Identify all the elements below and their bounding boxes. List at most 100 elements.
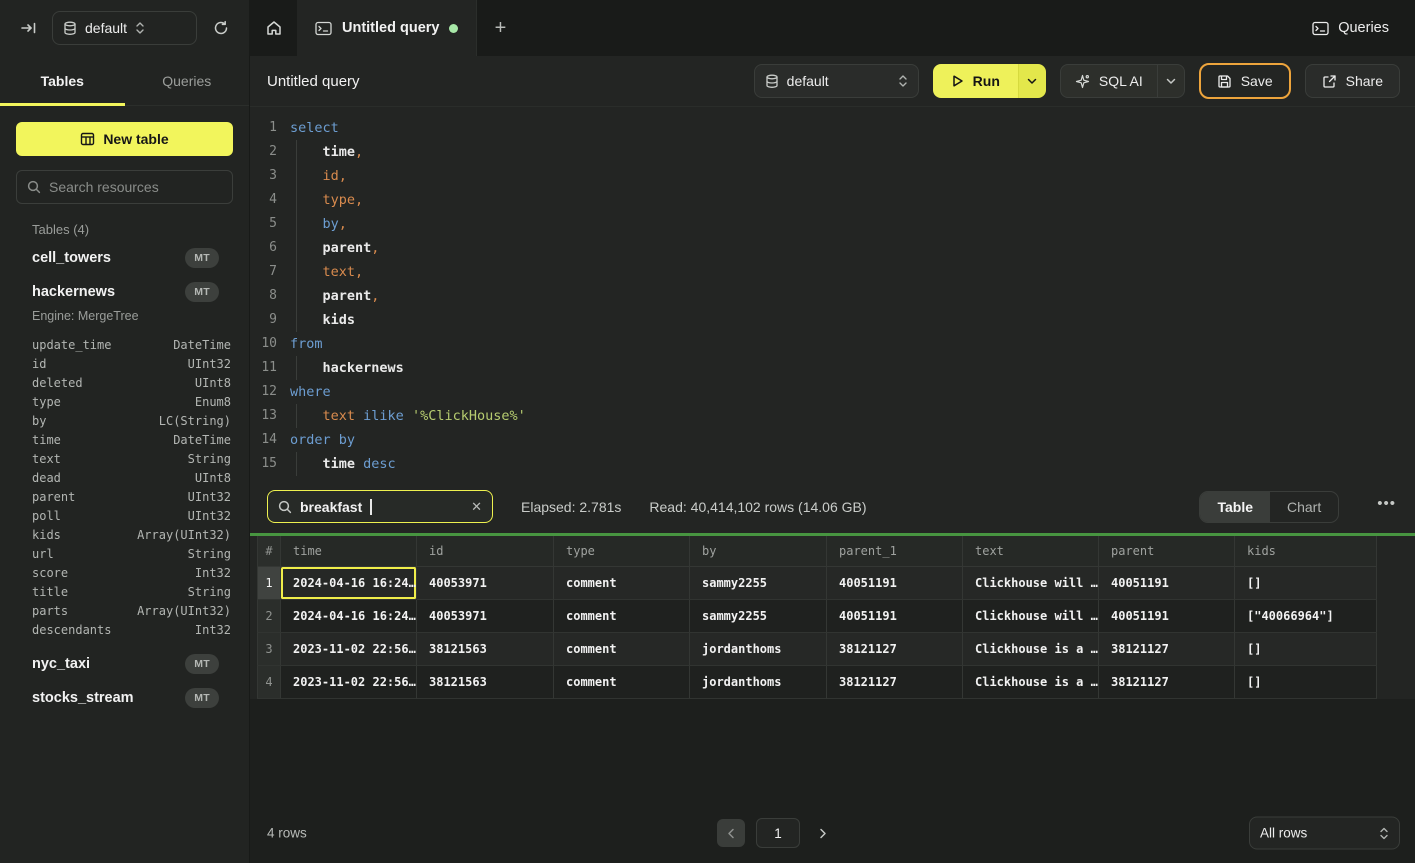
collapse-sidebar-icon[interactable] bbox=[14, 14, 42, 42]
code-line[interactable]: 2 time, bbox=[250, 140, 1415, 164]
table-cell[interactable]: 2023-11-02 22:56… bbox=[281, 666, 417, 699]
code-line[interactable]: 15 time desc bbox=[250, 452, 1415, 476]
table-cell[interactable]: sammy2255 bbox=[690, 567, 827, 600]
column-row[interactable]: typeEnum8 bbox=[16, 392, 233, 411]
column-header-type[interactable]: type bbox=[554, 536, 690, 567]
table-cell[interactable]: Clickhouse will … bbox=[963, 600, 1099, 633]
next-page-button[interactable] bbox=[811, 819, 835, 847]
table-item-hackernews[interactable]: hackernewsMT bbox=[16, 275, 233, 309]
table-cell[interactable]: ["40066964"] bbox=[1235, 600, 1377, 633]
row-number-cell[interactable]: 1 bbox=[257, 567, 281, 600]
code-line[interactable]: 4 type, bbox=[250, 188, 1415, 212]
table-cell[interactable]: 40053971 bbox=[417, 600, 554, 633]
new-tab-button[interactable]: + bbox=[477, 0, 523, 56]
column-header-id[interactable]: id bbox=[417, 536, 554, 567]
search-resources-input[interactable] bbox=[49, 179, 230, 195]
table-cell[interactable]: Clickhouse is a … bbox=[963, 633, 1099, 666]
tab-untitled-query[interactable]: Untitled query bbox=[297, 0, 477, 56]
table-item-cell_towers[interactable]: cell_towersMT bbox=[16, 241, 233, 275]
column-row[interactable]: timeDateTime bbox=[16, 430, 233, 449]
table-cell[interactable]: 2024-04-16 16:24… bbox=[281, 600, 417, 633]
code-line[interactable]: 9 kids bbox=[250, 308, 1415, 332]
sql-editor[interactable]: 1select2 time,3 id,4 type,5 by,6 parent,… bbox=[250, 107, 1415, 480]
table-cell[interactable]: 38121127 bbox=[827, 633, 963, 666]
column-header-by[interactable]: by bbox=[690, 536, 827, 567]
column-row[interactable]: scoreInt32 bbox=[16, 563, 233, 582]
column-row[interactable]: idUInt32 bbox=[16, 354, 233, 373]
table-cell[interactable]: 40051191 bbox=[1099, 567, 1235, 600]
column-row[interactable]: parentUInt32 bbox=[16, 487, 233, 506]
row-number-cell[interactable]: 2 bbox=[257, 600, 281, 633]
column-header-time[interactable]: time bbox=[281, 536, 417, 567]
column-header-text[interactable]: text bbox=[963, 536, 1099, 567]
column-header-rownum[interactable]: # bbox=[257, 536, 281, 567]
row-number-cell[interactable]: 4 bbox=[257, 666, 281, 699]
table-cell[interactable]: [] bbox=[1235, 567, 1377, 600]
code-line[interactable]: 8 parent, bbox=[250, 284, 1415, 308]
code-line[interactable]: 13 text ilike '%ClickHouse%' bbox=[250, 404, 1415, 428]
view-toggle-table[interactable]: Table bbox=[1200, 492, 1270, 522]
column-row[interactable]: urlString bbox=[16, 544, 233, 563]
code-line[interactable]: 3 id, bbox=[250, 164, 1415, 188]
run-button[interactable]: Run bbox=[933, 64, 1018, 98]
clear-search-icon[interactable]: ✕ bbox=[471, 499, 482, 515]
save-button[interactable]: Save bbox=[1199, 63, 1291, 99]
table-cell[interactable]: comment bbox=[554, 567, 690, 600]
column-row[interactable]: pollUInt32 bbox=[16, 506, 233, 525]
home-button[interactable] bbox=[250, 0, 297, 56]
sidebar-search[interactable] bbox=[16, 170, 233, 204]
table-cell[interactable]: jordanthoms bbox=[690, 633, 827, 666]
column-header-parent[interactable]: parent bbox=[1099, 536, 1235, 567]
table-cell[interactable]: 38121127 bbox=[1099, 666, 1235, 699]
view-toggle-chart[interactable]: Chart bbox=[1270, 492, 1338, 522]
current-page[interactable]: 1 bbox=[756, 818, 800, 848]
table-cell[interactable]: jordanthoms bbox=[690, 666, 827, 699]
results-search-input[interactable]: breakfast ✕ bbox=[267, 490, 493, 523]
column-row[interactable]: kidsArray(UInt32) bbox=[16, 525, 233, 544]
table-cell[interactable]: 38121127 bbox=[1099, 633, 1235, 666]
table-cell[interactable]: 40051191 bbox=[827, 567, 963, 600]
column-row[interactable]: deadUInt8 bbox=[16, 468, 233, 487]
column-row[interactable]: textString bbox=[16, 449, 233, 468]
page-size-selector[interactable]: All rows bbox=[1249, 817, 1400, 850]
table-cell[interactable]: 38121563 bbox=[417, 666, 554, 699]
column-header-parent_1[interactable]: parent_1 bbox=[827, 536, 963, 567]
table-cell[interactable]: 40051191 bbox=[1099, 600, 1235, 633]
table-item-nyc_taxi[interactable]: nyc_taxiMT bbox=[16, 647, 233, 681]
sql-ai-options-button[interactable] bbox=[1157, 65, 1184, 97]
code-line[interactable]: 10from bbox=[250, 332, 1415, 356]
queries-button[interactable]: Queries bbox=[1286, 0, 1415, 56]
run-options-button[interactable] bbox=[1018, 64, 1046, 98]
column-row[interactable]: titleString bbox=[16, 582, 233, 601]
table-cell[interactable]: comment bbox=[554, 600, 690, 633]
run-database-selector[interactable]: default bbox=[754, 64, 919, 98]
column-row[interactable]: byLC(String) bbox=[16, 411, 233, 430]
more-options-button[interactable]: ••• bbox=[1367, 495, 1400, 518]
code-line[interactable]: 12where bbox=[250, 380, 1415, 404]
table-cell[interactable]: 40053971 bbox=[417, 567, 554, 600]
table-cell[interactable]: 2024-04-16 16:24… bbox=[281, 567, 417, 600]
column-row[interactable]: update_timeDateTime bbox=[16, 335, 233, 354]
share-button[interactable]: Share bbox=[1305, 64, 1400, 98]
table-cell[interactable]: Clickhouse is a … bbox=[963, 666, 1099, 699]
prev-page-button[interactable] bbox=[717, 819, 745, 847]
column-row[interactable]: deletedUInt8 bbox=[16, 373, 233, 392]
row-number-cell[interactable]: 3 bbox=[257, 633, 281, 666]
table-cell[interactable]: comment bbox=[554, 666, 690, 699]
table-cell[interactable]: 38121563 bbox=[417, 633, 554, 666]
table-cell[interactable]: 2023-11-02 22:56… bbox=[281, 633, 417, 666]
code-line[interactable]: 14order by bbox=[250, 428, 1415, 452]
new-table-button[interactable]: New table bbox=[16, 122, 233, 156]
code-line[interactable]: 11 hackernews bbox=[250, 356, 1415, 380]
table-cell[interactable]: 38121127 bbox=[827, 666, 963, 699]
code-line[interactable]: 1select bbox=[250, 116, 1415, 140]
table-item-stocks_stream[interactable]: stocks_streamMT bbox=[16, 681, 233, 715]
table-cell[interactable]: [] bbox=[1235, 633, 1377, 666]
sidebar-tab-tables[interactable]: Tables bbox=[0, 56, 125, 105]
table-cell[interactable]: 40051191 bbox=[827, 600, 963, 633]
table-cell[interactable]: Clickhouse will … bbox=[963, 567, 1099, 600]
column-row[interactable]: partsArray(UInt32) bbox=[16, 601, 233, 620]
sidebar-tab-queries[interactable]: Queries bbox=[125, 56, 250, 105]
code-line[interactable]: 7 text, bbox=[250, 260, 1415, 284]
table-cell[interactable]: sammy2255 bbox=[690, 600, 827, 633]
